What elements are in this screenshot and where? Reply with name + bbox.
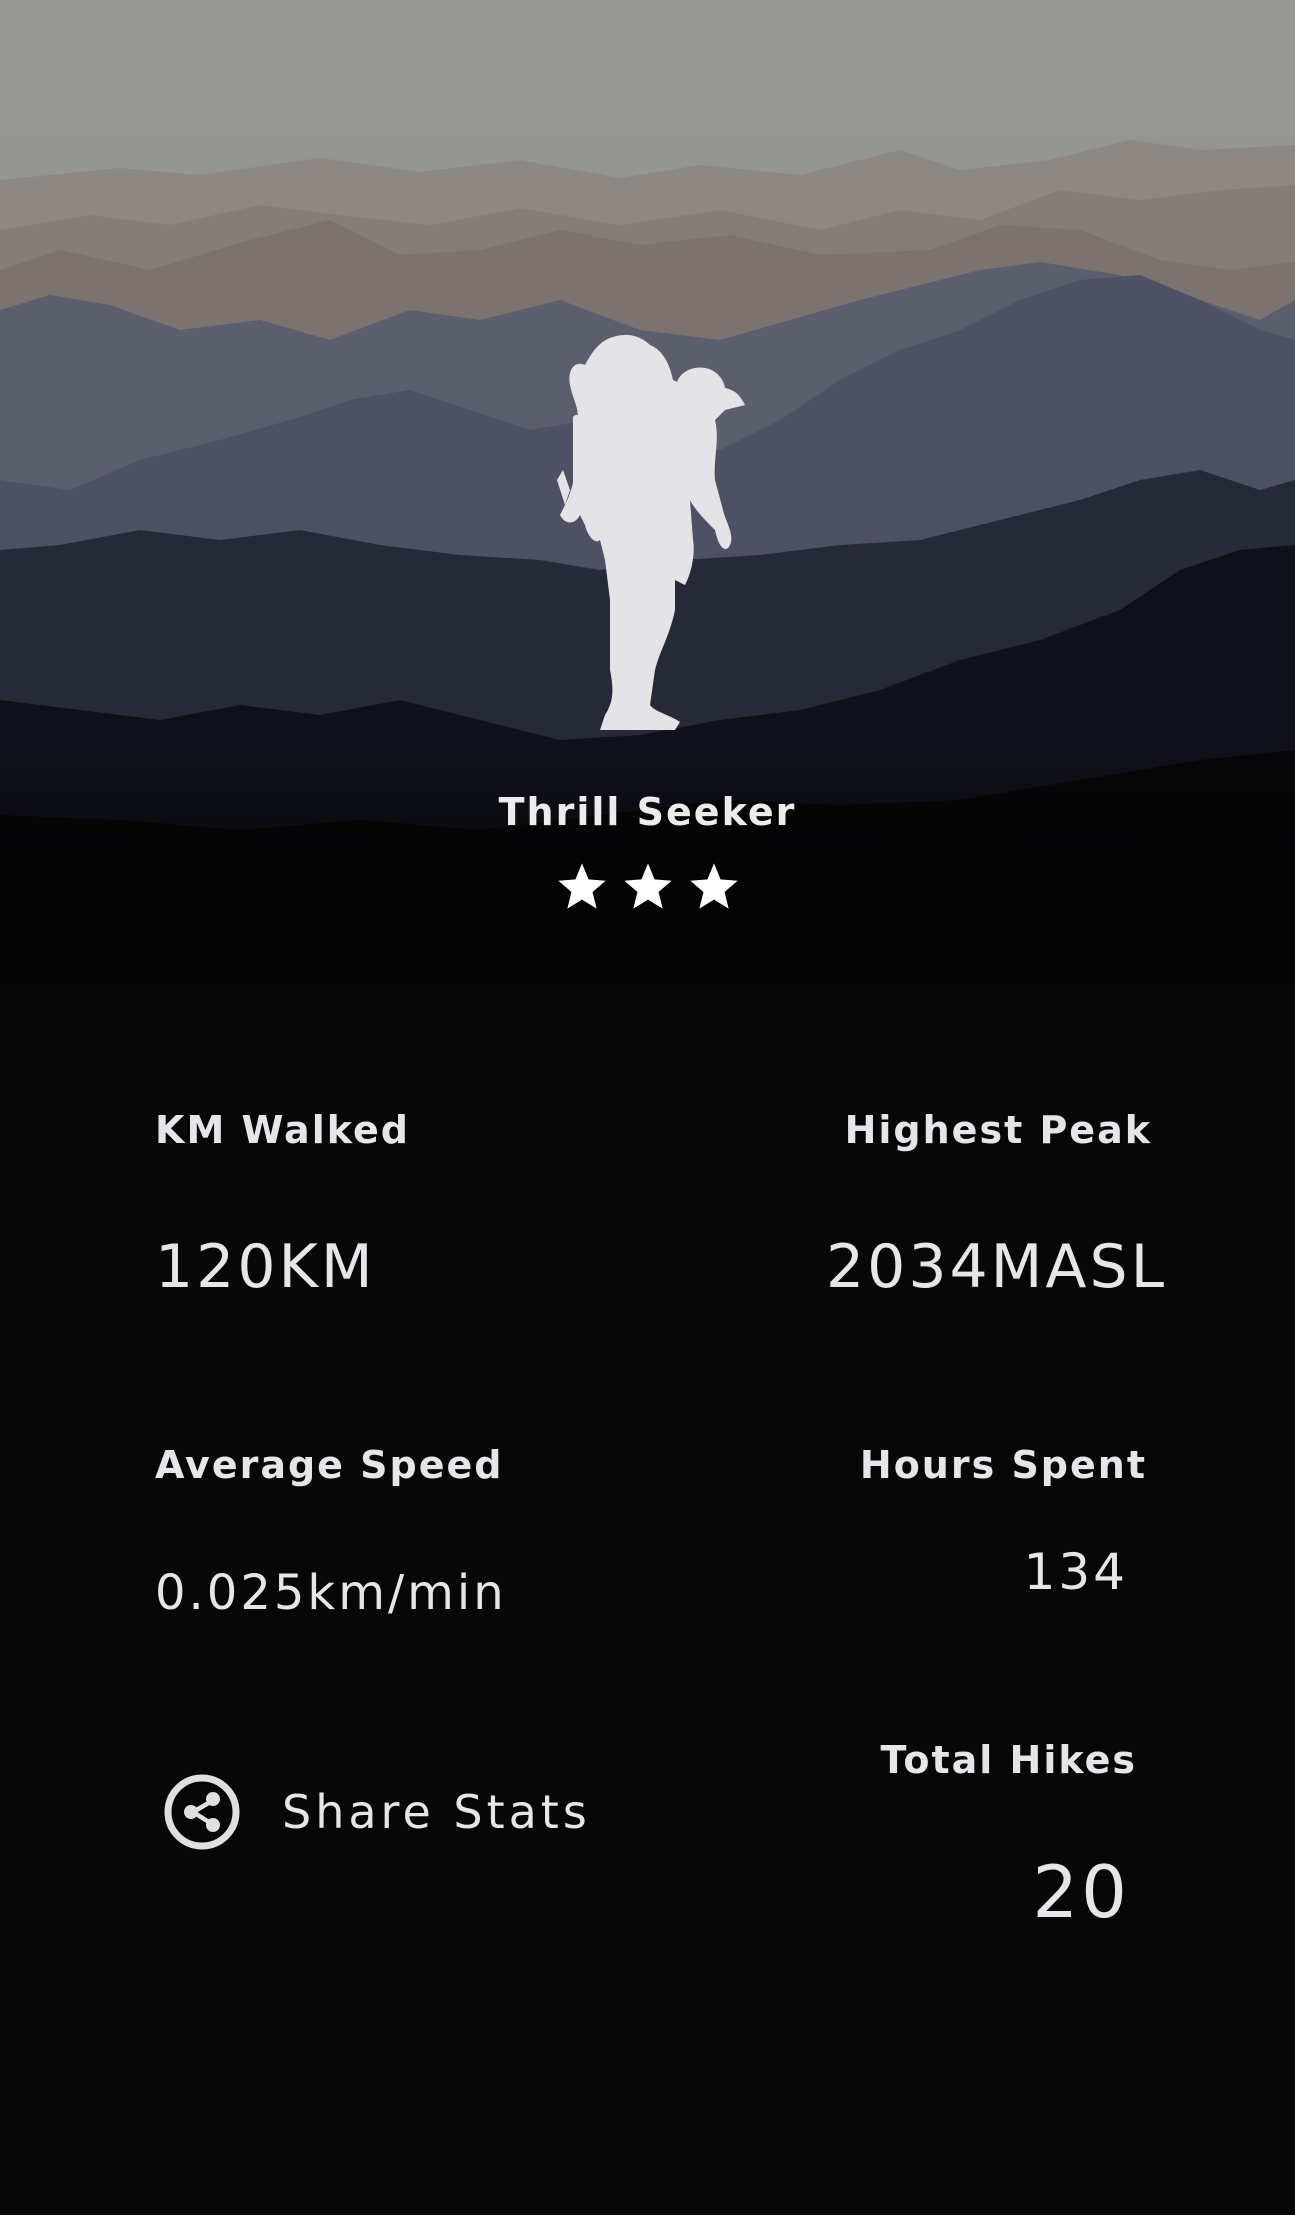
highest-peak-label: Highest Peak xyxy=(844,1108,1152,1152)
km-walked-value: 120KM xyxy=(155,1232,376,1302)
hiker-silhouette-icon xyxy=(557,334,745,730)
profile-title: Thrill Seeker xyxy=(498,790,797,834)
share-stats-button[interactable]: Share Stats xyxy=(162,1772,591,1852)
average-speed-value: 0.025km/min xyxy=(155,1565,507,1621)
km-walked-label: KM Walked xyxy=(155,1108,410,1152)
hours-spent-label: Hours Spent xyxy=(859,1443,1147,1487)
share-icon xyxy=(164,1774,240,1850)
star-rating xyxy=(0,860,1295,914)
total-hikes-label: Total Hikes xyxy=(880,1738,1137,1782)
share-stats-label: Share Stats xyxy=(282,1785,591,1839)
star-icon xyxy=(557,863,606,909)
star-icon xyxy=(689,863,738,909)
highest-peak-value: 2034MASL xyxy=(825,1232,1167,1302)
hero-banner: Thrill Seeker xyxy=(0,0,1295,985)
total-hikes-value: 20 xyxy=(1032,1850,1130,1934)
hours-spent-value: 134 xyxy=(1023,1543,1128,1601)
average-speed-label: Average Speed xyxy=(155,1443,504,1487)
star-icon xyxy=(623,863,672,909)
